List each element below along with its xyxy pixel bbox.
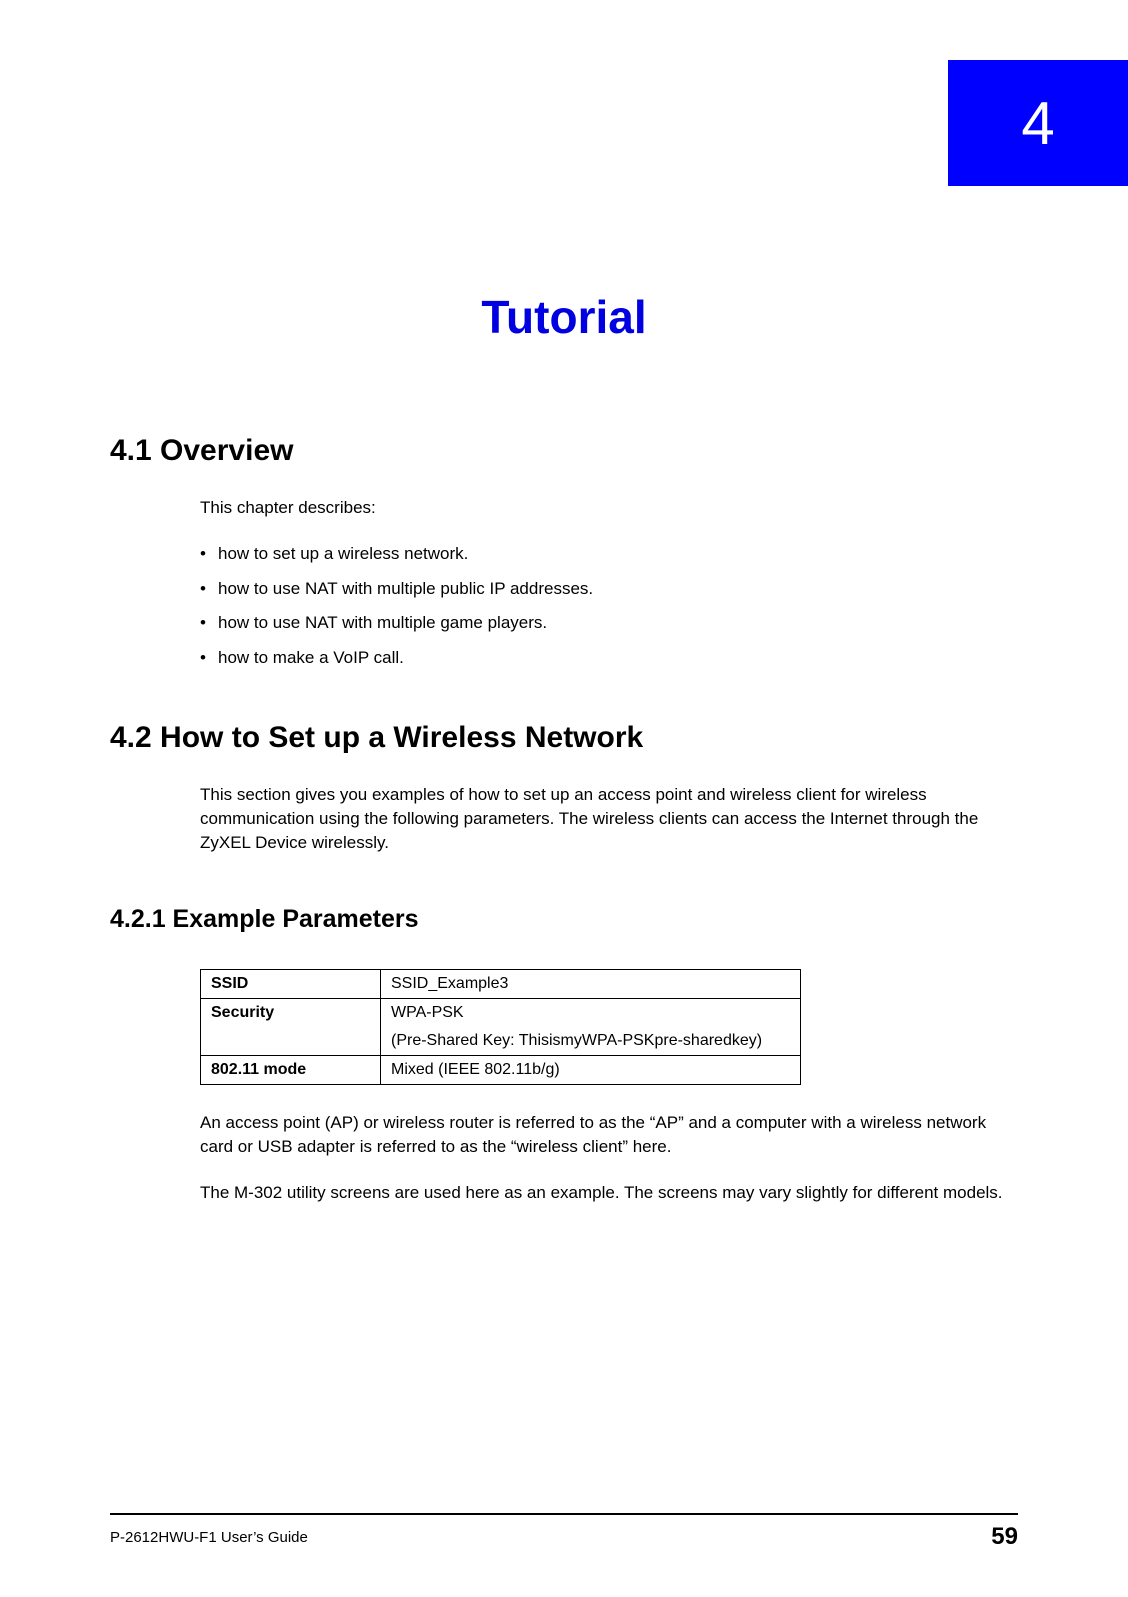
overview-intro: This chapter describes: bbox=[200, 496, 1018, 520]
list-item: how to use NAT with multiple game player… bbox=[200, 611, 1018, 636]
list-item: how to make a VoIP call. bbox=[200, 646, 1018, 671]
list-item: how to use NAT with multiple public IP a… bbox=[200, 577, 1018, 602]
param-value-security: WPA-PSK (Pre-Shared Key: ThisismyWPA-PSK… bbox=[381, 999, 801, 1056]
chapter-number-tab: 4 bbox=[948, 60, 1128, 186]
param-label-security: Security bbox=[201, 999, 381, 1056]
heading-4-1: 4.1 Overview bbox=[110, 434, 1018, 468]
param-label-ssid: SSID bbox=[201, 970, 381, 999]
param-value-mode: Mixed (IEEE 802.11b/g) bbox=[381, 1056, 801, 1085]
chapter-number: 4 bbox=[1021, 89, 1054, 158]
section-4-2-1-para1: An access point (AP) or wireless router … bbox=[200, 1111, 1018, 1159]
param-label-mode: 802.11 mode bbox=[201, 1056, 381, 1085]
overview-list: how to set up a wireless network. how to… bbox=[200, 542, 1018, 671]
param-value-ssid: SSID_Example3 bbox=[381, 970, 801, 999]
security-line1: WPA-PSK bbox=[391, 1004, 790, 1022]
table-row: SSID SSID_Example3 bbox=[201, 970, 801, 999]
section-4-2-1: 4.2.1 Example Parameters SSID SSID_Examp… bbox=[110, 905, 1018, 1205]
section-4-2: 4.2 How to Set up a Wireless Network Thi… bbox=[110, 721, 1018, 855]
section-4-2-1-para2: The M-302 utility screens are used here … bbox=[200, 1181, 1018, 1205]
heading-4-2-1: 4.2.1 Example Parameters bbox=[110, 905, 1018, 934]
heading-4-2: 4.2 How to Set up a Wireless Network bbox=[110, 721, 1018, 755]
section-4-1: 4.1 Overview This chapter describes: how… bbox=[110, 434, 1018, 671]
page-footer: P-2612HWU-F1 User’s Guide 59 bbox=[110, 1513, 1018, 1551]
footer-page-number: 59 bbox=[991, 1523, 1018, 1551]
chapter-title: Tutorial bbox=[110, 290, 1018, 344]
security-line2: (Pre-Shared Key: ThisismyWPA-PSKpre-shar… bbox=[391, 1032, 790, 1050]
footer-guide-title: P-2612HWU-F1 User’s Guide bbox=[110, 1529, 308, 1546]
table-row: Security WPA-PSK (Pre-Shared Key: Thisis… bbox=[201, 999, 801, 1056]
example-parameters-table: SSID SSID_Example3 Security WPA-PSK (Pre… bbox=[200, 969, 801, 1085]
list-item: how to set up a wireless network. bbox=[200, 542, 1018, 567]
table-row: 802.11 mode Mixed (IEEE 802.11b/g) bbox=[201, 1056, 801, 1085]
section-4-2-para: This section gives you examples of how t… bbox=[200, 783, 1018, 855]
